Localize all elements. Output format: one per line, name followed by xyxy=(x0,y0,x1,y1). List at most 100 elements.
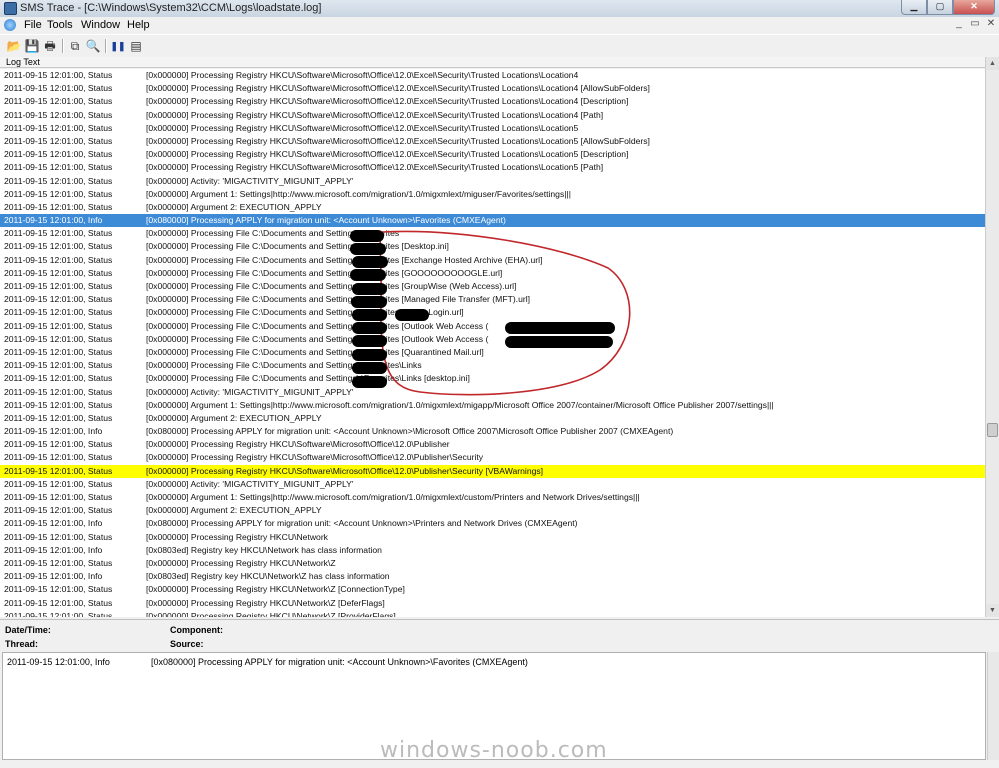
scroll-up-icon[interactable]: ▲ xyxy=(986,57,999,70)
log-row[interactable]: 2011-09-15 12:01:00, Status [0x000000] Pr… xyxy=(0,306,985,319)
redaction-mark xyxy=(395,309,429,321)
scroll-down-icon[interactable]: ▼ xyxy=(986,604,999,617)
log-row-datetime: 2011-09-15 12:01:00, Info xyxy=(4,544,103,555)
log-row[interactable]: 2011-09-15 12:01:00, Status [0x000000] Pr… xyxy=(0,320,985,333)
log-row[interactable]: 2011-09-15 12:01:00, Status [0x000000] Pr… xyxy=(0,95,985,108)
log-row-message: [0x000000] Argument 2: EXECUTION_APPLY xyxy=(146,505,322,516)
log-row[interactable]: 2011-09-15 12:01:00, Status [0x000000] Pr… xyxy=(0,610,985,617)
log-row[interactable]: 2011-09-15 12:01:00, Status [0x000000] Pr… xyxy=(0,69,985,82)
log-row-datetime: 2011-09-15 12:01:00, Status xyxy=(4,505,113,516)
log-row[interactable]: 2011-09-15 12:01:00, Status [0x000000] Pr… xyxy=(0,227,985,240)
log-row-message: [0x080000] Processing APPLY for migratio… xyxy=(146,215,506,226)
pause-icon[interactable]: ❚❚ xyxy=(110,38,126,54)
log-row-datetime: 2011-09-15 12:01:00, Status xyxy=(4,346,113,357)
log-row[interactable]: 2011-09-15 12:01:00, Status [0x000000] Pr… xyxy=(0,148,985,161)
log-row-message: [0x000000] Processing Registry HKCU\Netw… xyxy=(146,531,328,542)
log-row[interactable]: 2011-09-15 12:01:00, Info [0x080000] Proc… xyxy=(0,517,985,530)
log-row[interactable]: 2011-09-15 12:01:00, Status [0x000000] Pr… xyxy=(0,135,985,148)
toolbar: 📂 💾 🖶 ⧉ 🔍 ❚❚ ▤ xyxy=(0,34,999,58)
log-row[interactable]: 2011-09-15 12:01:00, Status [0x000000] Pr… xyxy=(0,333,985,346)
log-vertical-scrollbar[interactable]: ▲ ▼ xyxy=(985,57,999,617)
log-row-message: [0x000000] Argument 2: EXECUTION_APPLY xyxy=(146,412,322,423)
toolbar-separator xyxy=(62,39,64,53)
log-row-message: [0x000000] Processing Registry HKCU\Netw… xyxy=(146,610,396,617)
log-row[interactable]: 2011-09-15 12:01:00, Status [0x000000] Ar… xyxy=(0,201,985,214)
log-row[interactable]: 2011-09-15 12:01:00, Info [0x080000] Proc… xyxy=(0,425,985,438)
log-row[interactable]: 2011-09-15 12:01:00, Status [0x000000] Pr… xyxy=(0,583,985,596)
window-title: SMS Trace - [C:\Windows\System32\CCM\Log… xyxy=(20,2,322,14)
log-row[interactable]: 2011-09-15 12:01:00, Status [0x000000] Pr… xyxy=(0,161,985,174)
log-row-message: [0x000000] Processing File C:\Documents … xyxy=(146,333,489,344)
log-row[interactable]: 2011-09-15 12:01:00, Status [0x000000] Pr… xyxy=(0,82,985,95)
find-icon[interactable]: 🔍 xyxy=(85,38,101,54)
log-row[interactable]: 2011-09-15 12:01:00, Status [0x000000] Ar… xyxy=(0,188,985,201)
copy-icon[interactable]: ⧉ xyxy=(67,38,83,54)
thread-label: Thread: xyxy=(5,639,39,649)
print-icon[interactable]: 🖶 xyxy=(42,38,58,54)
document-icon[interactable] xyxy=(4,19,16,31)
log-row[interactable]: 2011-09-15 12:01:00, Info [0x0803ed] Regi… xyxy=(0,570,985,583)
log-row[interactable]: 2011-09-15 12:01:00, Status [0x000000] Pr… xyxy=(0,464,985,478)
log-row[interactable]: 2011-09-15 12:01:00, Status [0x000000] Pr… xyxy=(0,109,985,122)
log-row[interactable]: 2011-09-15 12:01:00, Status [0x000000] Pr… xyxy=(0,359,985,372)
log-row[interactable]: 2011-09-15 12:01:00, Status [0x000000] Pr… xyxy=(0,531,985,544)
log-row-datetime: 2011-09-15 12:01:00, Status xyxy=(4,531,113,542)
log-row[interactable]: 2011-09-15 12:01:00, Status [0x000000] Pr… xyxy=(0,280,985,293)
menu-tools[interactable]: Tools xyxy=(47,19,73,31)
log-row-message: [0x000000] Processing File C:\Documents … xyxy=(146,267,503,278)
log-row-datetime: 2011-09-15 12:01:00, Status xyxy=(4,149,113,160)
datetime-label: Date/Time: xyxy=(5,625,51,635)
log-row[interactable]: 2011-09-15 12:01:00, Status [0x000000] Pr… xyxy=(0,438,985,451)
log-row[interactable]: 2011-09-15 12:01:00, Status [0x000000] Pr… xyxy=(0,267,985,280)
log-column-header[interactable]: Log Text xyxy=(0,57,985,68)
log-row[interactable]: 2011-09-15 12:01:00, Status [0x000000] Ac… xyxy=(0,386,985,399)
log-row[interactable]: 2011-09-15 12:01:00, Status [0x000000] Pr… xyxy=(0,597,985,610)
menu-help[interactable]: Help xyxy=(127,19,150,31)
log-row-datetime: 2011-09-15 12:01:00, Status xyxy=(4,281,113,291)
detail-vertical-scrollbar[interactable] xyxy=(987,652,999,760)
scrollbar-thumb[interactable] xyxy=(987,423,998,437)
log-row-datetime: 2011-09-15 12:01:00, Status xyxy=(4,373,113,384)
log-row[interactable]: 2011-09-15 12:01:00, Info [0x080000] Proc… xyxy=(0,214,985,228)
log-row-datetime: 2011-09-15 12:01:00, Status xyxy=(4,399,113,410)
menu-file[interactable]: File xyxy=(24,19,42,31)
log-row[interactable]: 2011-09-15 12:01:00, Status [0x000000] Ar… xyxy=(0,412,985,425)
mdi-restore-icon[interactable]: ▭ xyxy=(968,18,982,29)
log-row-datetime: 2011-09-15 12:01:00, Status xyxy=(4,109,113,120)
log-row-message: [0x000000] Processing File C:\Documents … xyxy=(146,320,489,331)
close-button[interactable]: ✕ xyxy=(953,0,995,15)
log-row[interactable]: 2011-09-15 12:01:00, Info [0x0803ed] Regi… xyxy=(0,544,985,557)
log-row-message: [0x0803ed] Registry key HKCU\Network\Z h… xyxy=(146,571,390,582)
menu-window[interactable]: Window xyxy=(81,19,120,31)
log-row[interactable]: 2011-09-15 12:01:00, Status [0x000000] Ar… xyxy=(0,399,985,412)
log-row[interactable]: 2011-09-15 12:01:00, Status [0x000000] Ac… xyxy=(0,175,985,188)
mdi-close-icon[interactable]: ✕ xyxy=(984,18,998,29)
open-folder-icon[interactable]: 📂 xyxy=(6,38,22,54)
log-row[interactable]: 2011-09-15 12:01:00, Status [0x000000] Pr… xyxy=(0,372,985,385)
log-row[interactable]: 2011-09-15 12:01:00, Status [0x000000] Ar… xyxy=(0,504,985,517)
details-panel: Date/Time: Component: Thread: Source: xyxy=(0,619,999,652)
log-row[interactable]: 2011-09-15 12:01:00, Status [0x000000] Pr… xyxy=(0,293,985,306)
log-row[interactable]: 2011-09-15 12:01:00, Status [0x000000] Pr… xyxy=(0,346,985,359)
log-row-message: [0x000000] Processing File C:\Documents … xyxy=(146,346,484,357)
log-row[interactable]: 2011-09-15 12:01:00, Status [0x000000] Pr… xyxy=(0,451,985,464)
mdi-minimize-icon[interactable]: _ xyxy=(952,18,966,29)
app-icon xyxy=(4,2,17,15)
save-icon[interactable]: 💾 xyxy=(24,38,40,54)
log-row[interactable]: 2011-09-15 12:01:00, Status [0x000000] Pr… xyxy=(0,557,985,570)
minimize-button[interactable]: ▁ xyxy=(901,0,927,15)
redaction-mark xyxy=(351,296,387,308)
log-list[interactable]: 2011-09-15 12:01:00, Status [0x000000] Pr… xyxy=(0,69,985,617)
log-row-datetime: 2011-09-15 12:01:00, Info xyxy=(4,518,103,529)
watermark: windows-noob.com xyxy=(380,738,608,763)
redaction-mark xyxy=(352,283,387,295)
redaction-mark xyxy=(350,230,384,242)
details-pane-icon[interactable]: ▤ xyxy=(128,38,144,54)
log-row[interactable]: 2011-09-15 12:01:00, Status [0x000000] Ac… xyxy=(0,478,985,491)
log-row[interactable]: 2011-09-15 12:01:00, Status [0x000000] Ar… xyxy=(0,491,985,504)
log-row[interactable]: 2011-09-15 12:01:00, Status [0x000000] Pr… xyxy=(0,254,985,267)
log-row[interactable]: 2011-09-15 12:01:00, Status [0x000000] Pr… xyxy=(0,122,985,135)
maximize-button[interactable]: ▢ xyxy=(927,0,953,15)
log-row[interactable]: 2011-09-15 12:01:00, Status [0x000000] Pr… xyxy=(0,240,985,253)
log-row-datetime: 2011-09-15 12:01:00, Status xyxy=(4,465,113,476)
